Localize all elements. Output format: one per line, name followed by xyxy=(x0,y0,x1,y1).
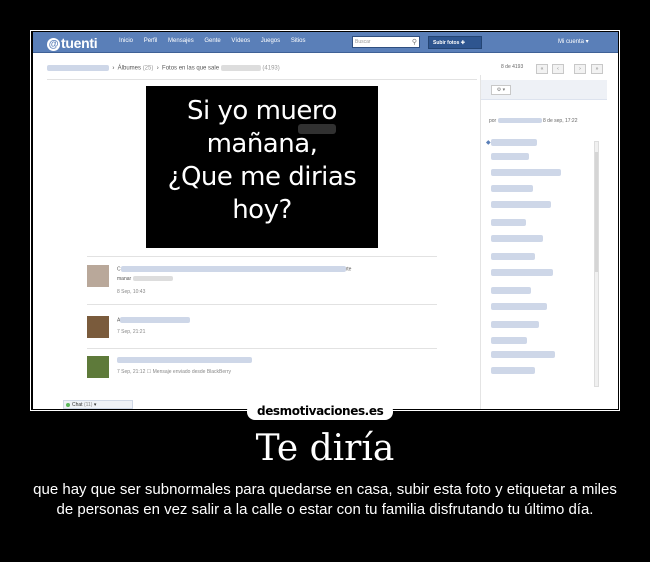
avatar[interactable] xyxy=(87,265,109,287)
prev-photo-button[interactable]: ‹ xyxy=(552,64,564,74)
avatar[interactable] xyxy=(87,356,109,378)
tag-item[interactable] xyxy=(491,351,555,358)
chevron-down-icon: ▾ xyxy=(93,402,97,408)
breadcrumb-albums[interactable]: Álbumes xyxy=(118,66,141,72)
comment-item: 7 Sep, 21:12 ☐ Mensaje enviado desde Bla… xyxy=(87,356,437,386)
poster-description: que hay que ser subnormales para quedars… xyxy=(33,481,617,518)
main-nav: Inicio Perfil Mensajes Gente Vídeos Jueg… xyxy=(119,38,314,44)
watermark-logo: desmotivaciones.es xyxy=(247,403,394,420)
photo-counter: 8 de 4193 xyxy=(501,64,524,70)
divider xyxy=(47,79,477,80)
tag-item[interactable] xyxy=(491,253,535,260)
blurred-comment-text xyxy=(120,317,191,323)
account-menu[interactable]: Mi cuenta ▾ xyxy=(558,38,589,45)
tag-item[interactable] xyxy=(491,235,543,242)
comment-time: 7 Sep, 21:12 xyxy=(117,369,146,375)
photo-text-line: mañana, xyxy=(206,129,318,159)
search-icon[interactable]: ⚲ xyxy=(412,38,417,46)
tag-item[interactable] xyxy=(491,321,539,328)
poster-title: Te diría xyxy=(255,428,395,469)
nav-gente[interactable]: Gente xyxy=(204,38,220,44)
nav-mensajes[interactable]: Mensajes xyxy=(168,38,194,44)
nav-sitios[interactable]: Sitios xyxy=(291,38,306,44)
screenshot: @ tuenti Inicio Perfil Mensajes Gente Víd… xyxy=(33,32,618,409)
blurred-name xyxy=(220,65,261,71)
search-input[interactable]: Buscar ⚲ xyxy=(352,36,420,48)
tag-item[interactable] xyxy=(491,367,535,374)
next-photo-button[interactable]: › xyxy=(574,64,586,74)
gear-icon: ⚙ xyxy=(496,87,502,93)
scrollbar-thumb[interactable] xyxy=(595,152,598,272)
upload-photos-button[interactable]: Subir fotos ✚ xyxy=(428,36,482,49)
avatar[interactable] xyxy=(87,316,109,338)
tag-item[interactable] xyxy=(491,153,529,160)
tuenti-logo[interactable]: @ tuenti xyxy=(47,35,98,51)
tags-scrollbar[interactable] xyxy=(594,141,599,387)
comment-time: 8 Sep, 10:43 xyxy=(117,289,146,295)
tag-item[interactable] xyxy=(491,201,551,208)
nav-perfil[interactable]: Perfil xyxy=(144,38,158,44)
logo-circle-icon: @ xyxy=(47,38,60,51)
top-navigation-bar: @ tuenti Inicio Perfil Mensajes Gente Víd… xyxy=(33,32,618,53)
tag-item[interactable] xyxy=(491,303,547,310)
last-photo-button[interactable]: » xyxy=(591,64,603,74)
blurred-tag xyxy=(298,124,336,134)
sidebar-header: ⚙ ▾ xyxy=(481,80,607,100)
divider xyxy=(87,348,437,349)
breadcrumb-photos[interactable]: Fotos en las que sale xyxy=(162,66,219,72)
tagged-people-list: ◆ xyxy=(486,139,601,389)
photo-sidebar: ⚙ ▾ por 8 de sep, 17:22 ◆ xyxy=(480,75,607,409)
tag-item[interactable] xyxy=(491,337,527,344)
nav-videos[interactable]: Vídeos xyxy=(231,38,250,44)
first-photo-button[interactable]: « xyxy=(536,64,548,74)
uploaded-by: por 8 de sep, 17:22 xyxy=(489,118,578,124)
blurred-uploader xyxy=(497,118,542,124)
blurred-comment-text xyxy=(117,357,252,363)
options-dropdown[interactable]: ⚙ ▾ xyxy=(491,85,511,95)
nav-juegos[interactable]: Juegos xyxy=(261,38,280,44)
blurred-owner-name xyxy=(47,65,109,71)
comment-time: 7 Sep, 21:21 xyxy=(117,329,146,335)
photo-text-line: Si yo muero xyxy=(187,96,337,126)
comment-item: A 7 Sep, 21:21 xyxy=(87,316,437,346)
breadcrumb: › Álbumes (25) › Fotos en las que sale (… xyxy=(47,65,280,72)
tag-item[interactable] xyxy=(491,219,526,226)
photo-text-line: hoy? xyxy=(232,195,292,225)
tag-item[interactable] xyxy=(491,169,561,176)
online-status-icon xyxy=(66,403,70,407)
chat-bar[interactable]: Chat (11) ▾ xyxy=(63,400,133,409)
photo-text-line: ¿Que me dirias xyxy=(167,162,357,192)
tag-icon: ◆ xyxy=(486,140,491,146)
divider xyxy=(87,304,437,305)
comment-item: Crte manar 8 Sep, 10:43 xyxy=(87,265,437,305)
tag-item[interactable] xyxy=(491,287,531,294)
divider xyxy=(87,256,437,257)
tag-item[interactable] xyxy=(491,139,537,146)
main-photo[interactable]: Si yo muero mañana, ¿Que me dirias hoy? xyxy=(146,86,378,248)
nav-inicio[interactable]: Inicio xyxy=(119,38,133,44)
comment-note: Mensaje enviado desde BlackBerry xyxy=(152,369,232,375)
tag-item[interactable] xyxy=(491,269,553,276)
blurred-comment-text xyxy=(120,266,346,272)
tag-item[interactable] xyxy=(491,185,533,192)
